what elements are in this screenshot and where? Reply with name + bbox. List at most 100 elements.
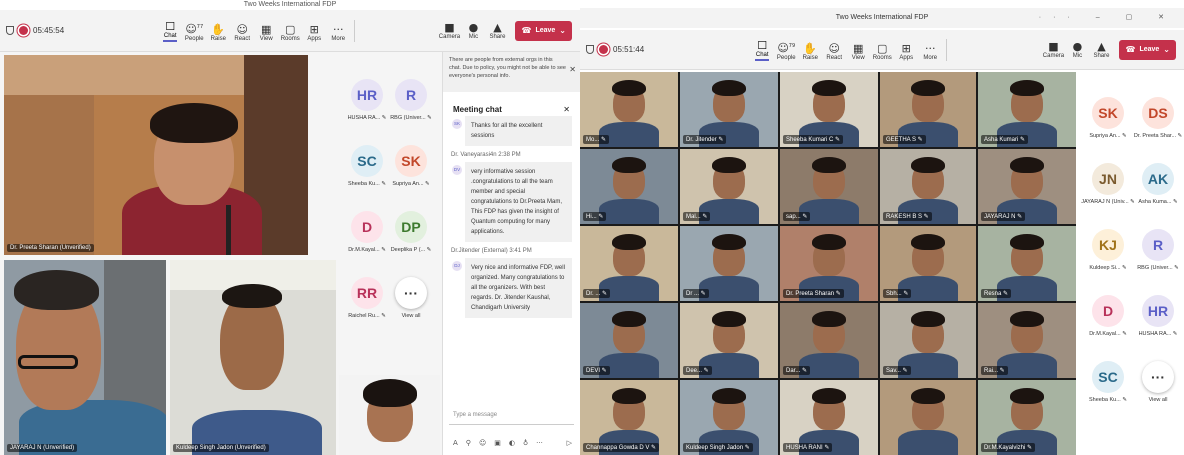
participant-video-tile[interactable]: GEETHA S ✎ xyxy=(880,72,976,147)
participant-video-tile[interactable]: Dar... ✎ xyxy=(780,303,878,378)
participant-avatar[interactable]: HR HUSHA RA... ✎ xyxy=(1135,295,1181,337)
more-button[interactable]: ··· More xyxy=(918,42,942,61)
meeting-timer: 05:51:44 xyxy=(613,45,645,54)
participant-avatar[interactable]: R RBG (Univer... ✎ xyxy=(388,79,434,121)
react-button[interactable]: ☺ React xyxy=(230,23,254,42)
raise-button[interactable]: ✋ Raise xyxy=(206,23,230,42)
rooms-button[interactable]: ▢ Rooms xyxy=(278,23,302,42)
view-button[interactable]: ▦ View xyxy=(254,23,278,42)
chat-button[interactable]: ☐ Chat xyxy=(750,39,774,61)
speaker-video-tile[interactable]: Dr. Preeta Sharan (Unverified) xyxy=(4,55,308,255)
mic-button[interactable]: ● Mic xyxy=(1065,40,1089,59)
participant-video-tile[interactable]: Mo... ✎ xyxy=(580,72,678,147)
participant-video-tile[interactable]: JAYARAJ N (Unverified) xyxy=(4,260,166,455)
camera-button[interactable]: ■ Camera xyxy=(1041,40,1065,59)
participant-avatar[interactable]: SC Sheeba Ku... ✎ xyxy=(344,145,390,187)
avatar: SK xyxy=(1092,97,1124,129)
rooms-button[interactable]: ▢ Rooms xyxy=(870,42,894,61)
participant-video-tile[interactable]: Dr ... ✎ xyxy=(680,226,778,301)
avatar: JN xyxy=(1092,163,1124,195)
share-button[interactable]: ▲ Share xyxy=(485,21,509,40)
participant-video-tile[interactable]: DEVI ✎ xyxy=(580,303,678,378)
close-chat-icon[interactable]: ✕ xyxy=(563,105,570,114)
view-button[interactable]: ▦ View xyxy=(846,42,870,61)
mic-button[interactable]: ● Mic xyxy=(461,21,485,40)
participant-video-tile[interactable]: Dr. ... ✎ xyxy=(580,226,678,301)
participant-name: View all xyxy=(401,313,421,319)
participant-avatar[interactable]: SK Supriya An... ✎ xyxy=(1085,97,1131,139)
emoji-icon[interactable]: ☺ xyxy=(479,439,486,447)
participant-video-tile[interactable]: Kuldeep Singh Jadon ✎ xyxy=(680,380,778,455)
loop-icon[interactable]: ♁ xyxy=(523,439,528,447)
participant-video-tile[interactable]: Resna ✎ xyxy=(978,226,1076,301)
participant-avatar[interactable]: SK Supriya An... ✎ xyxy=(388,145,434,187)
apps-button[interactable]: ⊞ Apps xyxy=(302,23,326,42)
chevron-down-icon[interactable]: ⌄ xyxy=(559,26,566,35)
phone-icon: ☎ xyxy=(1125,45,1136,54)
participant-avatar[interactable]: DS Dr. Preeta Shar... ✎ xyxy=(1134,97,1182,139)
attach-icon[interactable]: ⚲ xyxy=(466,439,471,447)
people-button[interactable]: ☺79 People xyxy=(774,40,798,61)
toolbar-actions: ☐ Chat ☺77 People ✋ Raise ☺ React ▦ View ▢ Rooms ⊞ Ap… xyxy=(158,20,350,42)
compose-toolbar: A ⚲ ☺ ▣ ◐ ♁ ··· ▷ xyxy=(453,439,572,447)
more-icon[interactable]: ··· xyxy=(536,439,543,447)
participant-video-tile[interactable]: Hi... ✎ xyxy=(580,149,678,224)
share-button[interactable]: ▲ Share xyxy=(1089,40,1113,59)
apps-button[interactable]: ⊞ Apps xyxy=(894,42,918,61)
participant-video-tile[interactable]: Dr. Preeta Sharan ✎ xyxy=(780,226,878,301)
leave-button[interactable]: ☎ Leave ⌄ xyxy=(515,20,572,41)
window-controls[interactable]: ··· – ▢ ✕ xyxy=(1039,8,1176,28)
participant-video-tile[interactable] xyxy=(880,380,976,455)
participant-video-tile[interactable]: Rai... ✎ xyxy=(978,303,1076,378)
participant-video-tile[interactable]: RAKESH B S ✎ xyxy=(880,149,976,224)
participant-avatar[interactable]: RR Raichel Ru... ✎ xyxy=(344,277,390,319)
participant-avatar[interactable]: D Dr.M.Kayal... ✎ xyxy=(344,211,390,253)
participant-avatar[interactable]: JN JAYARAJ N (Univ... ✎ xyxy=(1081,163,1135,205)
view-all-button[interactable]: ··· View all xyxy=(388,277,434,319)
participant-video-tile[interactable]: Mal... ✎ xyxy=(680,149,778,224)
more-button[interactable]: ··· More xyxy=(326,23,350,42)
participant-avatar[interactable]: KJ Kuldeep Si... ✎ xyxy=(1085,229,1131,271)
toolbar-actions: ☐ Chat ☺79 People ✋ Raise ☺ React ▦ View ▢ Rooms ⊞ Ap… xyxy=(750,39,942,61)
participant-avatar[interactable]: R RBG (Univer... ✎ xyxy=(1135,229,1181,271)
message-input[interactable]: Type a message xyxy=(449,407,574,425)
gif-icon[interactable]: ▣ xyxy=(494,439,501,447)
participant-video-tile[interactable]: Kuldeep Singh Jadon (Unverified) xyxy=(170,260,336,455)
leave-button[interactable]: ☎ Leave ⌄ xyxy=(1119,39,1176,60)
participant-avatar[interactable]: HR HUSHA RA... ✎ xyxy=(344,79,390,121)
participant-video-tile[interactable]: Dr.M.Kayalvizhi ✎ xyxy=(978,380,1076,455)
view-all-button[interactable]: ··· View all xyxy=(1135,361,1181,403)
camera-button[interactable]: ■ Camera xyxy=(437,21,461,40)
chat-button[interactable]: ☐ Chat xyxy=(158,20,182,42)
participant-video-tile[interactable]: Sbh... ✎ xyxy=(880,226,976,301)
participant-video-tile[interactable]: Dee... ✎ xyxy=(680,303,778,378)
participant-avatar[interactable]: D Dr.M.Kayal... ✎ xyxy=(1085,295,1131,337)
avatar: SC xyxy=(1092,361,1124,393)
participant-video-tile[interactable]: JAYARAJ N ✎ xyxy=(978,149,1076,224)
participant-name: HUSHA RA... ✎ xyxy=(347,115,387,121)
raise-button[interactable]: ✋ Raise xyxy=(798,42,822,61)
participant-avatar[interactable]: SC Sheeba Ku... ✎ xyxy=(1085,361,1131,403)
participant-video-tile[interactable]: Channappa Gowda D V ✎ xyxy=(580,380,678,455)
participant-video-tile[interactable]: Sheeba Kumari C ✎ xyxy=(780,72,878,147)
sticker-icon[interactable]: ◐ xyxy=(509,439,515,447)
close-icon[interactable]: ✕ xyxy=(569,66,576,74)
participant-name: Supriya An... ✎ xyxy=(392,181,430,187)
participant-video-tile[interactable]: Dr. Jitender ✎ xyxy=(680,72,778,147)
participant-video-tile[interactable] xyxy=(339,375,440,455)
participant-video-tile[interactable]: sap... ✎ xyxy=(780,149,878,224)
chevron-down-icon[interactable]: ⌄ xyxy=(1163,45,1170,54)
participant-name-label: Sav... ✎ xyxy=(883,366,911,375)
react-button[interactable]: ☺ React xyxy=(822,42,846,61)
more-icon: ··· xyxy=(1142,361,1174,393)
participant-video-tile[interactable]: Asha Kumari ✎ xyxy=(978,72,1076,147)
avatar: SK xyxy=(395,145,427,177)
avatar: SK xyxy=(452,119,462,129)
send-icon[interactable]: ▷ xyxy=(567,439,572,447)
participant-avatar[interactable]: AK Asha Kuma... ✎ xyxy=(1135,163,1181,205)
people-button[interactable]: ☺77 People xyxy=(182,21,206,42)
participant-video-tile[interactable]: HUSHA RANI ✎ xyxy=(780,380,878,455)
format-icon[interactable]: A xyxy=(453,439,458,447)
participant-video-tile[interactable]: Sav... ✎ xyxy=(880,303,976,378)
participant-avatar[interactable]: DP Deeplika P (... ✎ xyxy=(388,211,434,253)
